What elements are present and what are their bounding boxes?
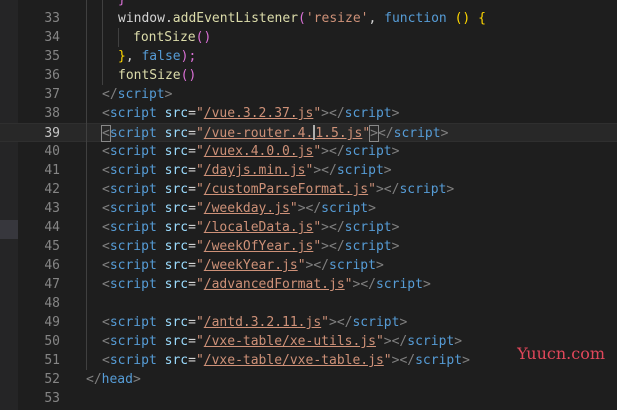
bracket-match-open: < — [101, 125, 111, 142]
code-line: 49 <script src="/antd.3.2.11.js"></scrip… — [0, 313, 617, 332]
indent-guide — [118, 28, 119, 47]
script-src-link[interactable]: /customParseFormat.js — [204, 182, 368, 197]
line-number: 46 — [44, 258, 60, 273]
code-line: 44 <script src="/localeData.js"></script… — [0, 218, 617, 237]
script-src-link[interactable]: /vue-router.4. 1.5.js — [204, 125, 362, 141]
line-number: 36 — [44, 68, 60, 83]
watermark-text: Yuucn.com — [517, 344, 605, 363]
bracket-match-close: > — [369, 125, 379, 142]
line-number: 48 — [44, 296, 60, 311]
script-src-link[interactable]: /antd.3.2.11.js — [204, 315, 321, 330]
line-number: 34 — [44, 30, 60, 45]
line-number: 47 — [44, 277, 60, 292]
script-src-link[interactable]: /vuex.4.0.0.js — [204, 144, 314, 159]
line-number: 45 — [44, 239, 60, 254]
code-line: 33 window.addEventListener('resize', fun… — [0, 9, 617, 28]
function-name: addEventListener — [172, 11, 299, 26]
line-number: 33 — [44, 11, 60, 26]
script-src-link[interactable]: /vxe-table/vxe-table.js — [204, 353, 384, 368]
string-literal: 'resize' — [305, 11, 369, 26]
code-line: 43 <script src="/weekday.js"></script> — [0, 199, 617, 218]
code-line: 36 fontSize() — [0, 66, 617, 85]
code-line: 47 <script src="/advancedFormat.js"></sc… — [0, 275, 617, 294]
code-line: 53 — [0, 389, 617, 408]
keyword: function — [384, 11, 447, 26]
script-src-link[interactable]: /dayjs.min.js — [204, 163, 306, 178]
code-line: 34 fontSize() — [0, 28, 617, 47]
line-number: 35 — [44, 49, 60, 64]
indent-guide — [102, 0, 103, 85]
line-number: 40 — [44, 144, 60, 159]
keyword: false — [141, 49, 181, 64]
line-number: 39 — [44, 126, 60, 141]
script-src-link[interactable]: /vxe-table/xe-utils.js — [204, 334, 376, 349]
script-src-link[interactable]: /weekOfYear.js — [204, 239, 314, 254]
code-line: 45 <script src="/weekOfYear.js"></script… — [0, 237, 617, 256]
script-src-link[interactable]: /advancedFormat.js — [204, 277, 345, 292]
line-number: 41 — [44, 163, 60, 178]
script-src-link[interactable]: /localeData.js — [204, 220, 314, 235]
code-line: 46 <script src="/weekYear.js"></script> — [0, 256, 617, 275]
code-line: 52 </head> — [0, 370, 617, 389]
script-src-link[interactable]: /weekYear.js — [204, 258, 298, 273]
line-number: 37 — [44, 87, 60, 102]
line-number: 42 — [44, 182, 60, 197]
script-src-link[interactable]: /weekday.js — [204, 201, 290, 216]
line-number: 43 — [44, 201, 60, 216]
line-number: 44 — [44, 220, 60, 235]
code-line: 48 — [0, 294, 617, 313]
function-name: fontSize — [118, 68, 181, 83]
indent-guide — [86, 0, 87, 370]
code-line: 41 <script src="/dayjs.min.js"></script> — [0, 161, 617, 180]
line-number: 53 — [44, 391, 60, 406]
code-line: 37 </script> — [0, 85, 617, 104]
script-src-link[interactable]: /vue.3.2.37.js — [204, 106, 314, 121]
line-number: 38 — [44, 106, 60, 121]
line-number: 51 — [44, 353, 60, 368]
line-number: 50 — [44, 334, 60, 349]
code-line: 42 <script src="/customParseFormat.js"><… — [0, 180, 617, 199]
code-line: } — [0, 0, 617, 9]
code-line: 40 <script src="/vuex.4.0.0.js"></script… — [0, 142, 617, 161]
line-number: 52 — [44, 372, 60, 387]
code-line: 35 }, false); — [0, 47, 617, 66]
code-line-current: 39 <script src="/vue-router.4. 1.5.js"></… — [0, 123, 617, 142]
function-name: fontSize — [133, 30, 196, 45]
line-number: 49 — [44, 315, 60, 330]
closing-brace: } — [118, 0, 126, 7]
code-line: 38 <script src="/vue.3.2.37.js"></script… — [0, 104, 617, 123]
